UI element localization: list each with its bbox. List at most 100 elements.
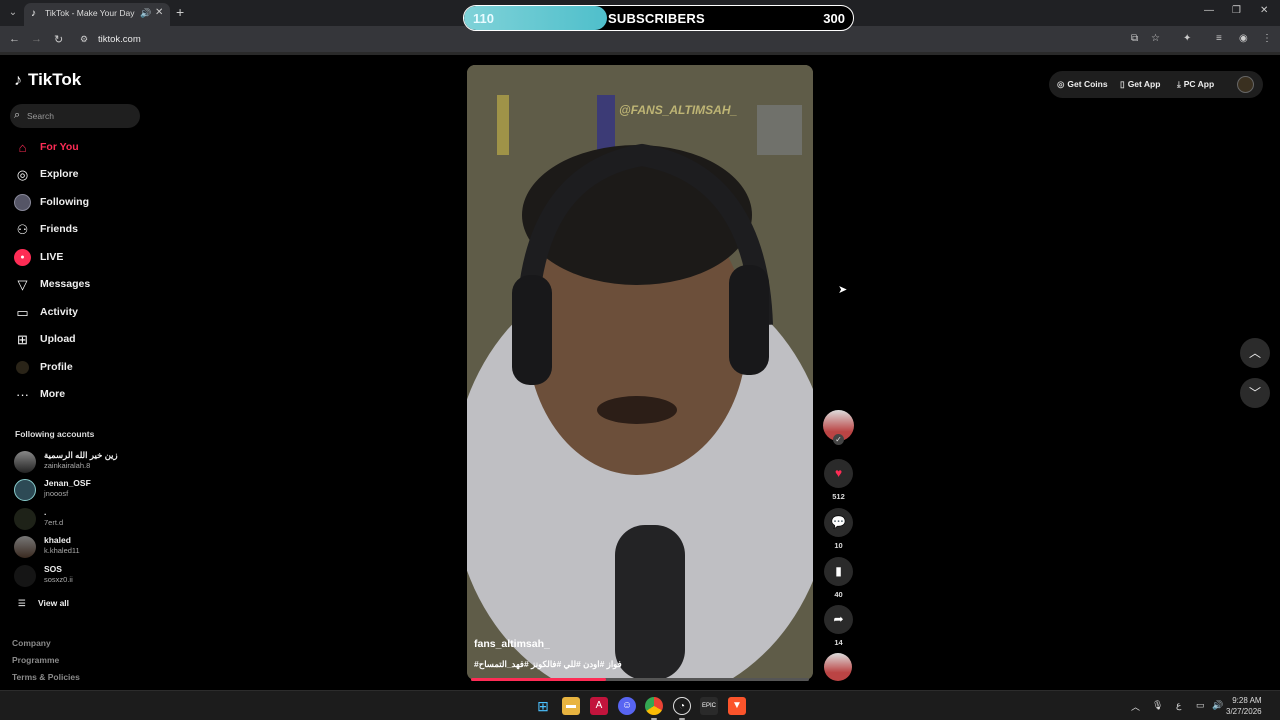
save-count: 40: [834, 590, 843, 599]
tiktok-logo[interactable]: ♪ TikTok: [14, 70, 81, 90]
browser-tab[interactable]: ♪ TikTok - Make Your Day 🔊 ✕: [24, 3, 170, 26]
heart-icon[interactable]: ♥: [824, 459, 853, 488]
get-app-button[interactable]: ▯ Get App: [1120, 79, 1160, 90]
input-language[interactable]: ع: [1176, 700, 1181, 711]
share-count: 14: [834, 638, 843, 647]
chrome-icon[interactable]: [645, 697, 663, 715]
pc-app-button[interactable]: ⤓ PC App: [1177, 79, 1214, 90]
video-progress-bar[interactable]: [471, 678, 809, 681]
avatar: [14, 451, 36, 473]
nav-messages[interactable]: ▽ Messages: [14, 275, 144, 295]
discord-icon[interactable]: ☺: [618, 697, 636, 715]
nav-explore[interactable]: ◎ Explore: [14, 165, 144, 185]
tray-overflow-icon[interactable]: ︿: [1131, 700, 1140, 713]
following-account[interactable]: . 7ert.d: [14, 506, 154, 530]
nav-activity[interactable]: ▭ Activity: [14, 303, 144, 323]
windows-start-icon[interactable]: ⊞: [534, 697, 552, 715]
avatar: [14, 508, 36, 530]
top-right-actions: ◎ Get Coins ▯ Get App ⤓ PC App: [1049, 71, 1263, 98]
video-author[interactable]: fans_altimsah_: [474, 638, 550, 650]
following-account[interactable]: زين خير الله الرسمية zainkairalah.8: [14, 449, 154, 473]
new-tab-button[interactable]: +: [176, 4, 184, 20]
nav-label: Following: [40, 196, 89, 208]
nav-live[interactable]: ● LIVE: [14, 248, 144, 268]
nav-following[interactable]: Following: [14, 193, 144, 213]
audio-playing-icon[interactable]: 🔊: [140, 8, 151, 19]
forward-icon[interactable]: →: [31, 33, 42, 45]
bookmark-star-icon[interactable]: ☆: [1151, 33, 1160, 44]
video-progress-fill: [471, 678, 607, 681]
brave-icon[interactable]: ▼: [728, 697, 746, 715]
following-account[interactable]: SOS sosxz0.ii: [14, 563, 154, 587]
nav-label: More: [40, 388, 66, 400]
nav-friends[interactable]: ⚇ Friends: [14, 220, 144, 240]
like-action[interactable]: ♥ 512: [824, 459, 853, 501]
friends-icon: ⚇: [16, 222, 29, 237]
comment-icon[interactable]: 💬: [824, 508, 853, 537]
save-action[interactable]: ▮ 40: [824, 557, 853, 599]
nav-profile[interactable]: Profile: [14, 358, 144, 378]
windows-taskbar: ⊞ ▬ A ☺ ◔ EPIC ▼ ︿ 🎙 ع ▭ 🔊 9:28 AM 3/27/…: [0, 690, 1280, 720]
bookmark-icon[interactable]: ▮: [824, 557, 853, 586]
nav-label: Friends: [40, 223, 78, 235]
account-handle: k.khaled11: [44, 546, 80, 555]
get-coins-label: Get Coins: [1067, 79, 1108, 89]
profile-icon[interactable]: ◉: [1239, 33, 1248, 44]
nav-label: Messages: [40, 278, 91, 290]
nav-more[interactable]: ··· More: [14, 385, 144, 405]
messages-icon: ▽: [17, 277, 28, 292]
extensions-icon[interactable]: ✦: [1183, 33, 1191, 44]
reload-icon[interactable]: ↻: [54, 33, 63, 46]
footer-link-programme[interactable]: Programme: [12, 655, 59, 665]
tab-search-button[interactable]: ⌄: [5, 5, 21, 21]
avatar: [14, 565, 36, 587]
affinity-app-icon[interactable]: A: [590, 697, 608, 715]
maximize-button[interactable]: ❐: [1232, 5, 1241, 16]
chevron-up-icon: ︿: [1248, 346, 1261, 360]
next-video-button[interactable]: ﹀: [1240, 378, 1270, 408]
nav-for-you[interactable]: ⌂ For You: [14, 138, 144, 158]
site-info-icon[interactable]: ⚙: [80, 34, 88, 45]
footer-link-terms[interactable]: Terms & Policies: [12, 672, 80, 682]
comment-action[interactable]: 💬 10: [824, 508, 853, 550]
menu-kebab-icon[interactable]: ⋮: [1262, 33, 1272, 44]
microphone-icon[interactable]: 🎙: [1152, 700, 1163, 711]
music-disc-avatar[interactable]: [824, 653, 852, 681]
download-icon: ⤓: [1177, 79, 1181, 89]
back-icon[interactable]: ←: [9, 33, 20, 45]
window-close-button[interactable]: ✕: [1260, 5, 1268, 16]
follow-check-icon[interactable]: ✓: [833, 434, 844, 445]
share-action[interactable]: ➦ 14: [824, 605, 853, 647]
media-control-icon[interactable]: ≡: [1216, 33, 1222, 44]
logo-text: TikTok: [28, 70, 82, 89]
obs-icon[interactable]: ◔: [673, 697, 691, 715]
minimize-button[interactable]: —: [1204, 5, 1214, 16]
account-handle: zainkairalah.8: [44, 461, 91, 470]
search-input[interactable]: ⌕ Search: [10, 104, 140, 128]
address-bar[interactable]: tiktok.com: [98, 34, 141, 45]
nav-upload[interactable]: ⊞ Upload: [14, 330, 144, 350]
video-player[interactable]: @FANS_ALTIMSAH_: [467, 65, 813, 680]
video-watermark: @FANS_ALTIMSAH_: [619, 103, 738, 117]
install-app-icon[interactable]: ⧉: [1131, 33, 1138, 44]
previous-video-button[interactable]: ︿: [1240, 338, 1270, 368]
get-coins-button[interactable]: ◎ Get Coins: [1057, 79, 1108, 90]
footer-link-company[interactable]: Company: [12, 638, 51, 648]
account-name: khaled: [44, 535, 71, 545]
tab-close-icon[interactable]: ✕: [155, 7, 163, 18]
epic-games-icon[interactable]: EPIC: [700, 697, 718, 715]
following-account[interactable]: khaled k.khaled11: [14, 534, 154, 558]
share-icon[interactable]: ➦: [824, 605, 853, 634]
user-avatar[interactable]: [1237, 76, 1254, 93]
account-name: Jenan_OSF: [44, 478, 91, 488]
network-icon[interactable]: ▭: [1196, 700, 1205, 711]
file-explorer-icon[interactable]: ▬: [562, 697, 580, 715]
account-handle: sosxz0.ii: [44, 575, 73, 584]
view-all-link[interactable]: ☰ View all: [18, 598, 69, 609]
volume-icon[interactable]: 🔊: [1212, 700, 1223, 711]
system-clock[interactable]: 9:28 AM 3/27/2026: [1226, 695, 1262, 717]
like-count: 512: [832, 492, 845, 501]
following-account[interactable]: Jenan_OSF jnooosf: [14, 477, 154, 501]
subscriber-goal-bar: 110 SUBSCRIBERS 300: [463, 5, 854, 31]
compass-icon: ◎: [16, 167, 29, 182]
